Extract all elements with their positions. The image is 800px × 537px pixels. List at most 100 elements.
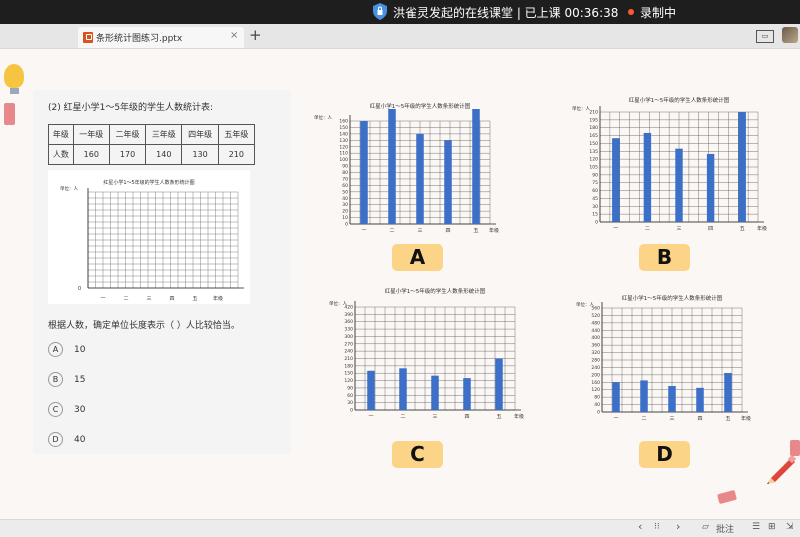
bar xyxy=(431,375,439,410)
x-axis-label: 年级 xyxy=(514,413,524,420)
chart-option-c: 红星小学1～5年级的学生人数条形统计图单位：人30609012015018021… xyxy=(329,287,524,420)
next-slide-button[interactable]: › xyxy=(676,520,680,533)
y-tick-label: 90 xyxy=(342,164,348,170)
tab-pptx[interactable]: 条形统计图练习.pptx × xyxy=(78,27,244,48)
blank-grade-label: 五 xyxy=(192,296,197,302)
chart-option-d: 红星小学1～5年级的学生人数条形统计图单位：人40801201602002402… xyxy=(576,294,751,422)
y-tick-label: 200 xyxy=(591,372,600,378)
option-c[interactable]: C 30 xyxy=(48,402,85,417)
y-tick-label: 520 xyxy=(591,313,600,319)
bar xyxy=(640,380,648,412)
option-letter: B xyxy=(48,372,63,387)
question-title: (2) 红星小学1～5年级的学生人数统计表: xyxy=(48,103,214,113)
y-tick-label: 360 xyxy=(591,343,600,349)
y-tick-label: 160 xyxy=(591,380,600,386)
x-tick-label: 二 xyxy=(389,228,394,234)
answer-badge-a[interactable]: A xyxy=(392,244,443,271)
x-tick-label: 五 xyxy=(473,228,478,234)
y-tick-label: 20 xyxy=(342,209,348,215)
bar xyxy=(495,358,503,410)
option-b[interactable]: B 15 xyxy=(48,372,85,387)
exit-icon[interactable]: ⇲ xyxy=(786,522,794,532)
bar xyxy=(388,109,396,224)
blank-grade-label: 四 xyxy=(169,296,174,302)
fullscreen-icon[interactable]: ⊞ xyxy=(768,522,776,532)
bar xyxy=(444,140,452,224)
blank-grade-label: 三 xyxy=(146,296,151,302)
y-tick-label: 440 xyxy=(591,328,600,334)
bar xyxy=(696,387,704,412)
x-tick-label: 四 xyxy=(464,414,469,420)
option-value: 10 xyxy=(74,344,86,355)
title-bar: 洪雀灵发起的在线课堂 | 已上课 00:36:38 录制中 xyxy=(0,0,800,24)
x-tick-label: 二 xyxy=(645,226,650,232)
y-tick-label: 560 xyxy=(591,306,600,312)
y-tick-label: 130 xyxy=(339,138,348,144)
layout-icon[interactable]: ☰ xyxy=(752,522,760,532)
bar xyxy=(367,370,375,410)
classroom-status: 洪雀灵发起的在线课堂 | 已上课 00:36:38 xyxy=(393,6,619,20)
answer-badge-c[interactable]: C xyxy=(392,441,443,468)
option-d[interactable]: D 40 xyxy=(48,432,85,447)
new-tab-button[interactable]: + xyxy=(249,26,262,44)
blank-unit-label: 单位：人 xyxy=(60,185,78,192)
table-cell: 四年级 xyxy=(181,124,219,145)
chart-option-b: 红星小学1～5年级的学生人数条形统计图单位：人 15 30 45 60 75 90105 12… xyxy=(572,96,767,232)
x-tick-label: 一 xyxy=(368,414,373,420)
y-tick-label: 0 xyxy=(595,220,598,226)
chart-option-a: 红星小学1～5年级的学生人数条形统计图单位：人 10203040506070809… xyxy=(314,102,499,234)
table-cell: 三年级 xyxy=(145,124,183,145)
y-tick-label: 150 xyxy=(339,125,348,131)
y-tick-label: 280 xyxy=(591,358,600,364)
table-cell: 年级 xyxy=(48,124,74,145)
option-letter: C xyxy=(48,402,63,417)
x-tick-label: 三 xyxy=(676,226,681,232)
recording-dot-icon xyxy=(628,9,634,15)
bar xyxy=(738,112,746,222)
option-value: 30 xyxy=(74,404,86,415)
grid-view-icon[interactable]: ⁝⁝ xyxy=(654,522,660,532)
x-tick-label: 三 xyxy=(669,416,674,422)
chart-title: 红星小学1～5年级的学生人数条形统计图 xyxy=(629,96,730,104)
screen-share-icon[interactable]: ▭ xyxy=(756,30,774,43)
bottom-toolbar: ‹ ⁝⁝ › ▱ 批注 ☰ ⊞ ⇲ xyxy=(0,519,800,537)
eraser-decoration xyxy=(4,103,15,125)
y-tick-label: 0 xyxy=(345,222,348,228)
bar xyxy=(612,382,620,412)
y-tick-label: 0 xyxy=(350,408,353,414)
y-tick-label: 150 xyxy=(589,141,598,147)
y-tick-label: 15 xyxy=(592,212,598,218)
y-tick-label: 40 xyxy=(594,402,600,408)
annotate-icon[interactable]: ▱ xyxy=(702,522,709,532)
x-axis-label: 年级 xyxy=(741,415,751,422)
y-tick-label: 330 xyxy=(344,327,353,333)
avatar[interactable] xyxy=(782,27,798,43)
annotate-label[interactable]: 批注 xyxy=(716,522,734,535)
y-tick-label: 300 xyxy=(344,334,353,340)
option-letter: A xyxy=(48,342,63,357)
y-tick-label: 120 xyxy=(589,157,598,163)
y-tick-label: 420 xyxy=(344,305,353,311)
y-axis-label: 单位：人 xyxy=(314,114,332,121)
y-tick-label: 60 xyxy=(592,188,598,194)
table-cell: 五年级 xyxy=(217,124,256,145)
y-tick-label: 30 xyxy=(592,204,598,210)
answer-badge-d[interactable]: D xyxy=(639,441,690,468)
x-tick-label: 四 xyxy=(708,226,713,232)
answer-badge-b[interactable]: B xyxy=(639,244,690,271)
y-tick-label: 180 xyxy=(589,125,598,131)
y-tick-label: 30 xyxy=(342,202,348,208)
table-cell: 160 xyxy=(72,144,110,165)
x-axis-label: 年级 xyxy=(757,225,767,232)
x-tick-label: 一 xyxy=(613,416,618,422)
option-a[interactable]: A 10 xyxy=(48,342,85,357)
y-tick-label: 240 xyxy=(344,349,353,355)
option-value: 15 xyxy=(74,374,86,385)
close-tab-button[interactable]: × xyxy=(230,30,238,41)
y-tick-label: 0 xyxy=(597,410,600,416)
y-tick-label: 480 xyxy=(591,320,600,326)
recording-label: 录制中 xyxy=(640,6,677,20)
prev-slide-button[interactable]: ‹ xyxy=(638,520,642,533)
x-tick-label: 四 xyxy=(445,228,450,234)
y-tick-label: 60 xyxy=(347,393,353,399)
